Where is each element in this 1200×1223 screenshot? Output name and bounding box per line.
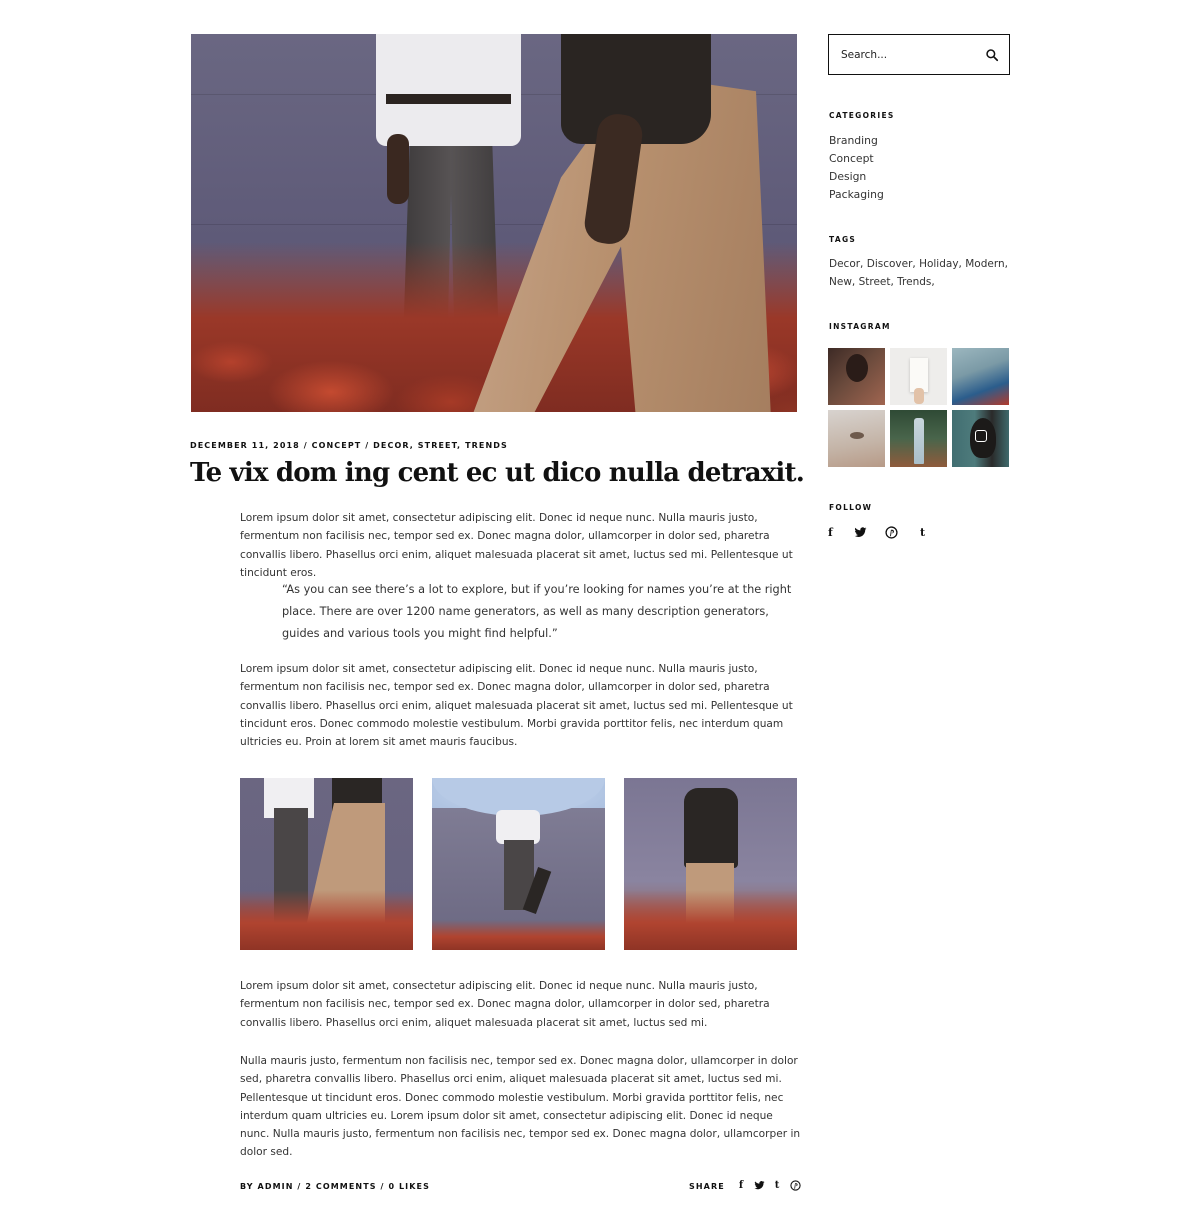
search-input[interactable] <box>841 35 981 74</box>
post-tag-link[interactable]: TRENDS <box>465 441 508 450</box>
gallery-image[interactable] <box>432 778 605 950</box>
post-tag-link[interactable]: DECOR <box>373 441 410 450</box>
category-link[interactable]: Branding <box>829 134 878 147</box>
instagram-thumb[interactable] <box>828 410 885 467</box>
instagram-thumb[interactable] <box>828 348 885 405</box>
post-tag-link[interactable]: STREET <box>418 441 457 450</box>
post-category-link[interactable]: CONCEPT <box>312 441 362 450</box>
post-date[interactable]: DECEMBER 11, 2018 <box>190 441 300 450</box>
search-box <box>828 34 1010 75</box>
figure-white-shirt <box>376 34 521 146</box>
post-meta: DECEMBER 11, 2018 / CONCEPT / DECOR, STR… <box>190 441 508 450</box>
figure-belt <box>386 94 511 104</box>
instagram-icon <box>975 430 987 442</box>
instagram-thumb[interactable] <box>952 348 1009 405</box>
twitter-icon[interactable] <box>754 1180 765 1192</box>
search-icon[interactable] <box>985 48 999 62</box>
post-paragraph: Lorem ipsum dolor sit amet, consectetur … <box>240 512 793 579</box>
post-title: Te vix dom ing cent ec ut dico nulla det… <box>190 458 805 488</box>
instagram-thumb[interactable] <box>890 410 947 467</box>
tag-cloud[interactable]: Decor, Discover, Holiday, Modern, New, S… <box>829 255 1014 292</box>
gallery-image[interactable] <box>240 778 413 950</box>
tumblr-icon[interactable]: t <box>916 526 929 540</box>
follow-icons: f t <box>828 526 929 540</box>
instagram-thumb[interactable] <box>952 410 1009 467</box>
facebook-icon[interactable]: f <box>828 526 836 540</box>
pinterest-icon[interactable] <box>885 526 898 540</box>
featured-image <box>191 34 797 412</box>
category-link[interactable]: Concept <box>829 152 874 165</box>
figure-arm <box>387 134 409 204</box>
author-link[interactable]: BY ADMIN <box>240 1182 294 1191</box>
widget-title-instagram: INSTAGRAM <box>829 322 891 331</box>
tumblr-icon[interactable]: t <box>772 1180 782 1192</box>
widget-title-follow: FOLLOW <box>829 503 873 512</box>
post-paragraph: Nulla mauris justo, fermentum non facili… <box>240 1055 801 1159</box>
pinterest-icon[interactable] <box>790 1180 801 1192</box>
category-link[interactable]: Design <box>829 170 866 183</box>
comments-link[interactable]: 2 COMMENTS <box>305 1182 376 1191</box>
post-paragraph: Lorem ipsum dolor sit amet, consectetur … <box>240 663 793 749</box>
instagram-thumb[interactable] <box>890 348 947 405</box>
widget-title-tags: TAGS <box>829 235 857 244</box>
gallery-image[interactable] <box>624 778 797 950</box>
likes-link[interactable]: 0 LIKES <box>388 1182 430 1191</box>
facebook-icon[interactable]: f <box>736 1180 746 1192</box>
widget-title-categories: CATEGORIES <box>829 111 895 120</box>
category-link[interactable]: Packaging <box>829 188 884 201</box>
blockquote: “As you can see there’s a lot to explore… <box>282 583 792 640</box>
post-paragraph: Lorem ipsum dolor sit amet, consectetur … <box>240 980 770 1029</box>
share-icons: f t <box>736 1180 801 1192</box>
twitter-icon[interactable] <box>854 526 867 540</box>
share-label: SHARE <box>689 1182 725 1191</box>
post-footer-meta: BY ADMIN / 2 COMMENTS / 0 LIKES <box>240 1182 430 1191</box>
